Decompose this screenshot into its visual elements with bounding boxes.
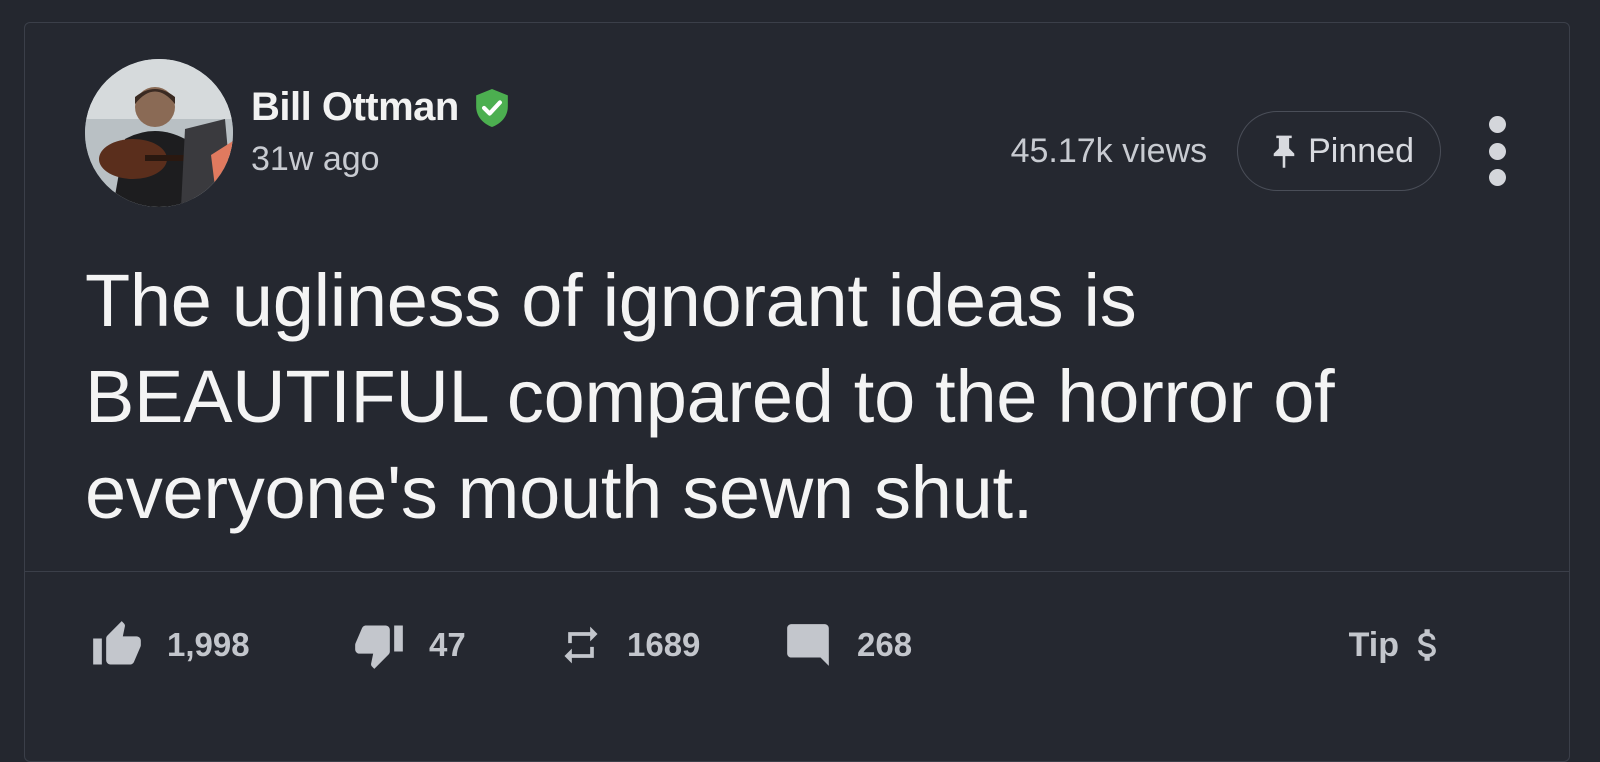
divider	[25, 571, 1569, 572]
remind-count: 1689	[627, 626, 701, 663]
comment-count: 268	[857, 626, 913, 663]
more-options-icon[interactable]	[1485, 116, 1509, 186]
thumbs-down-icon	[355, 625, 403, 669]
verified-check-icon	[473, 87, 511, 129]
pinned-label: Pinned	[1308, 131, 1414, 170]
upvote-count: 1,998	[167, 626, 250, 663]
upvote-button[interactable]: 1,998	[91, 615, 250, 675]
author-block: Bill Ottman 31w ago	[251, 85, 511, 179]
post-text: The ugliness of ignorant ideas is BEAUTI…	[85, 259, 1335, 534]
thumbs-up-icon	[93, 621, 141, 665]
comment-icon	[787, 624, 829, 666]
post-meta: 45.17k views Pinned	[1011, 111, 1509, 191]
remind-button[interactable]: 1689	[559, 615, 700, 675]
post-timestamp[interactable]: 31w ago	[251, 140, 511, 179]
post-card: Bill Ottman 31w ago 45.17k views Pinned …	[24, 22, 1570, 762]
repeat-icon	[564, 626, 598, 664]
view-count: 45.17k views	[1010, 131, 1208, 170]
downvote-button[interactable]: 47	[353, 615, 466, 675]
comment-button[interactable]: 268	[783, 615, 912, 675]
author-name-row: Bill Ottman	[251, 85, 511, 130]
pin-icon	[1268, 133, 1300, 169]
dollar-icon	[1418, 629, 1436, 661]
avatar[interactable]	[85, 59, 233, 207]
author-name[interactable]: Bill Ottman	[251, 85, 459, 130]
pinned-badge: Pinned	[1237, 111, 1441, 191]
tip-button[interactable]: Tip	[1349, 615, 1449, 675]
post-actions: 1,998 47 1689 268 Tip	[91, 615, 1491, 675]
downvote-count: 47	[429, 626, 466, 663]
post-header: Bill Ottman 31w ago 45.17k views Pinned	[85, 59, 1509, 209]
tip-label: Tip	[1348, 625, 1399, 664]
